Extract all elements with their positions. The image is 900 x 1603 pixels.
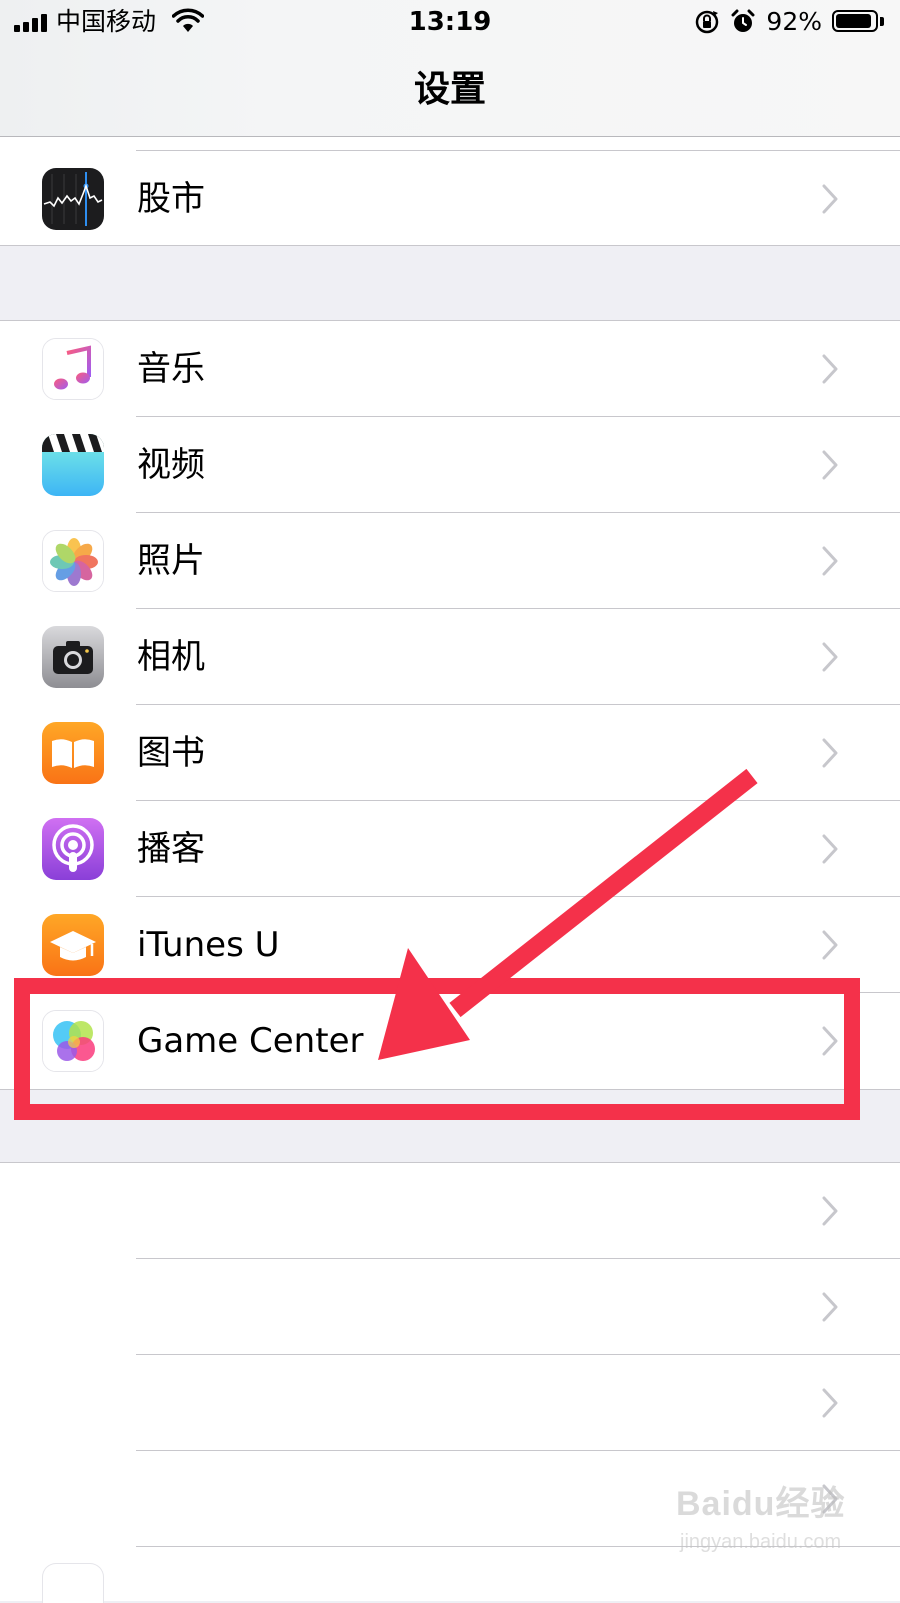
- status-right: 92%: [694, 6, 886, 38]
- rotation-lock-icon: [696, 10, 719, 34]
- settings-row-game-center[interactable]: Game Center: [0, 993, 900, 1089]
- settings-group-apps-top: 股市: [0, 137, 900, 246]
- podcasts-icon: [42, 818, 104, 880]
- watermark-url: jingyan.baidu.com: [680, 1531, 842, 1553]
- settings-group-media: 音乐 视频 照片 相机 图书 播客 iTunes U Game Center: [0, 320, 900, 1090]
- battery-percent: 92%: [766, 7, 822, 36]
- alarm-icon: [731, 9, 755, 32]
- settings-row-label: 图书: [137, 733, 205, 773]
- settings-row-label: 相机: [137, 637, 205, 677]
- settings-row-label: 视频: [137, 445, 205, 485]
- photos-icon: [42, 530, 104, 592]
- chevron-right-icon: [822, 546, 838, 576]
- game-center-icon: [42, 1010, 104, 1072]
- settings-row-empty[interactable]: [0, 1259, 900, 1355]
- settings-row-label: iTunes U: [137, 925, 280, 965]
- settings-row-label: Game Center: [137, 1021, 364, 1061]
- status-bar: 中国移动 13:19 92%: [0, 0, 900, 44]
- settings-row-photos[interactable]: 照片: [0, 513, 900, 609]
- battery-icon: [832, 10, 886, 34]
- watermark-brand: Baidu经验: [676, 1485, 846, 1523]
- chevron-right-icon: [822, 184, 838, 214]
- itunes-u-icon: [42, 914, 104, 976]
- chevron-right-icon: [822, 930, 838, 960]
- chevron-right-icon: [822, 354, 838, 384]
- chevron-right-icon: [822, 642, 838, 672]
- partial-app-icon: [42, 1563, 104, 1603]
- chevron-right-icon: [822, 450, 838, 480]
- books-icon: [42, 722, 104, 784]
- settings-row-itunes-u[interactable]: iTunes U: [0, 897, 900, 993]
- settings-row-label: 照片: [137, 541, 205, 581]
- videos-icon: [42, 434, 104, 496]
- settings-row-books[interactable]: 图书: [0, 705, 900, 801]
- settings-row-music[interactable]: 音乐: [0, 321, 900, 417]
- settings-row-empty[interactable]: [0, 1355, 900, 1451]
- chevron-right-icon: [822, 1196, 838, 1226]
- settings-row-label: 播客: [137, 829, 205, 869]
- page-title: 设置: [413, 69, 486, 110]
- settings-row-camera[interactable]: 相机: [0, 609, 900, 705]
- chevron-right-icon: [822, 738, 838, 768]
- stocks-icon: [42, 168, 104, 230]
- settings-row-label: 股市: [137, 179, 205, 219]
- music-icon: [42, 338, 104, 400]
- watermark-logo: Baidu经验 jingyan.baidu.com: [676, 1472, 846, 1582]
- chevron-right-icon: [822, 834, 838, 864]
- camera-icon: [42, 626, 104, 688]
- chevron-right-icon: [822, 1388, 838, 1418]
- settings-row-empty[interactable]: [0, 1163, 900, 1259]
- chevron-right-icon: [822, 1292, 838, 1322]
- settings-row-stocks[interactable]: 股市: [0, 151, 900, 247]
- settings-row-label: 音乐: [137, 349, 205, 389]
- chevron-right-icon: [822, 1026, 838, 1056]
- settings-row-podcasts[interactable]: 播客: [0, 801, 900, 897]
- settings-row-videos[interactable]: 视频: [0, 417, 900, 513]
- top-bar: 中国移动 13:19 92% 设置: [0, 0, 900, 137]
